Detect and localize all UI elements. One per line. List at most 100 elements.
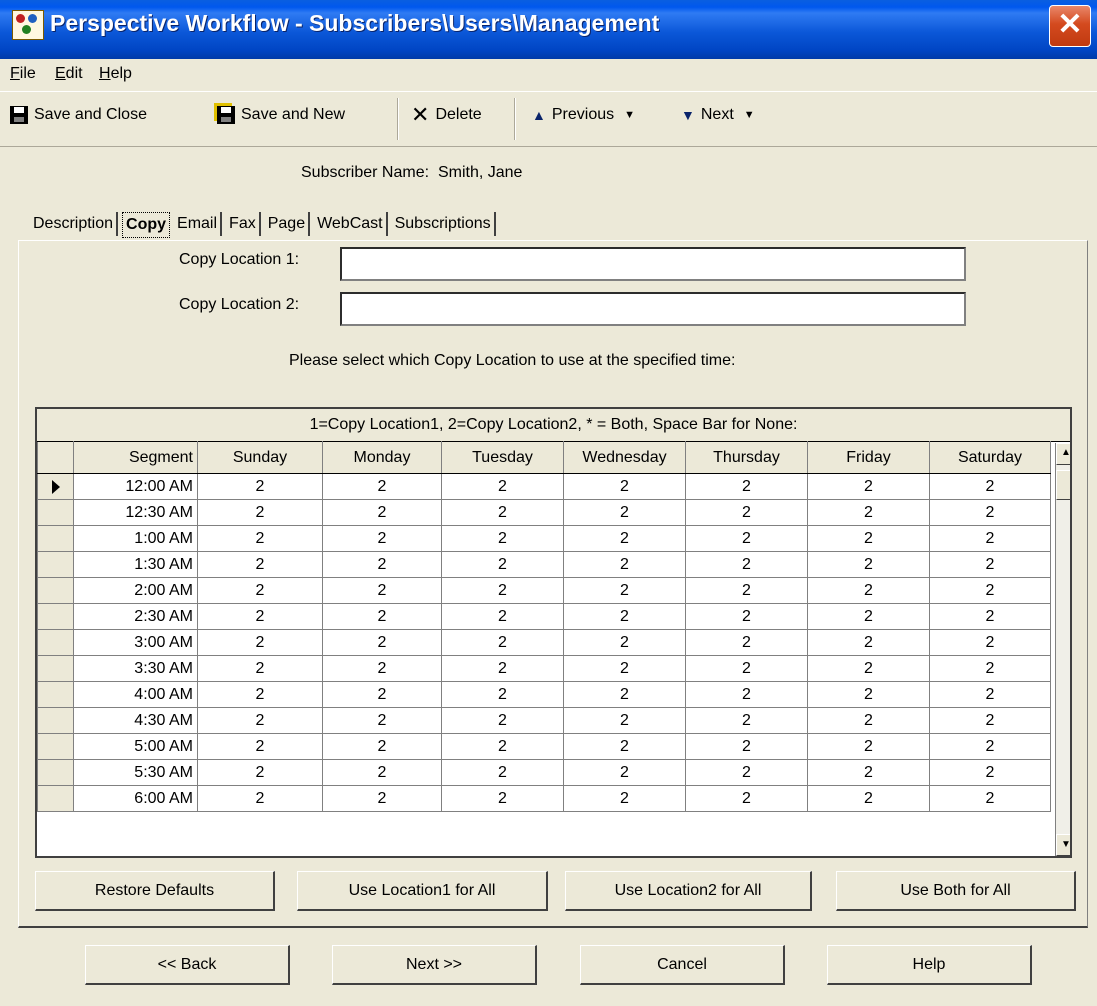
schedule-cell[interactable]: 2 [807,577,930,604]
schedule-cell[interactable]: 2 [563,785,686,812]
cancel-button[interactable]: Cancel [580,945,785,985]
copy-location-2-field[interactable] [340,292,966,326]
row-selector[interactable] [37,603,74,630]
schedule-cell[interactable]: 2 [563,629,686,656]
row-selector[interactable] [37,525,74,552]
table-row[interactable]: 12:00 AM 2 2 2 2 2 2 2 [37,473,1051,500]
schedule-cell[interactable]: 2 [197,707,323,734]
row-selector[interactable] [37,551,74,578]
menu-edit[interactable]: Edit [55,65,83,83]
schedule-cell[interactable]: 2 [197,629,323,656]
schedule-cell[interactable]: 2 [441,577,564,604]
schedule-cell[interactable]: 2 [685,707,808,734]
schedule-cell[interactable]: 2 [563,577,686,604]
back-button[interactable]: << Back [85,945,290,985]
table-row[interactable]: 12:30 AM 2 2 2 2 2 2 2 [37,499,1051,526]
table-row[interactable]: 1:00 AM 2 2 2 2 2 2 2 [37,525,1051,552]
column-header-saturday[interactable]: Saturday [929,441,1051,474]
schedule-cell[interactable]: 2 [322,577,442,604]
schedule-cell[interactable]: 2 [197,759,323,786]
schedule-cell[interactable]: 2 [563,733,686,760]
schedule-cell[interactable]: 2 [929,655,1051,682]
schedule-cell[interactable]: 2 [563,499,686,526]
table-row[interactable]: 2:30 AM 2 2 2 2 2 2 2 [37,603,1051,630]
schedule-cell[interactable]: 2 [807,603,930,630]
schedule-cell[interactable]: 2 [685,473,808,500]
table-row[interactable]: 5:00 AM 2 2 2 2 2 2 2 [37,733,1051,760]
schedule-cell[interactable]: 2 [807,681,930,708]
schedule-cell[interactable]: 2 [563,473,686,500]
save-and-close-button[interactable]: Save and Close [10,106,147,124]
row-selector[interactable] [37,733,74,760]
table-row[interactable]: 3:30 AM 2 2 2 2 2 2 2 [37,655,1051,682]
schedule-grid[interactable]: 1=Copy Location1, 2=Copy Location2, * = … [35,407,1072,858]
schedule-cell[interactable]: 2 [685,499,808,526]
copy-location-1-field[interactable] [340,247,966,281]
schedule-cell[interactable]: 2 [441,499,564,526]
next-button[interactable]: Next >> [332,945,537,985]
schedule-cell[interactable]: 2 [929,707,1051,734]
schedule-cell[interactable]: 2 [322,473,442,500]
schedule-cell[interactable]: 2 [441,473,564,500]
schedule-cell[interactable]: 2 [807,707,930,734]
schedule-cell[interactable]: 2 [197,577,323,604]
schedule-cell[interactable]: 2 [929,577,1051,604]
schedule-cell[interactable]: 2 [685,603,808,630]
chevron-down-icon[interactable]: ▼ [624,109,635,121]
schedule-cell[interactable]: 2 [807,759,930,786]
column-header-segment[interactable]: Segment [73,441,198,474]
schedule-cell[interactable]: 2 [929,759,1051,786]
schedule-cell[interactable]: 2 [322,525,442,552]
menu-file[interactable]: File [10,65,36,83]
schedule-cell[interactable]: 2 [929,733,1051,760]
schedule-cell[interactable]: 2 [441,759,564,786]
grid-scrollbar[interactable]: ▲ ▼ [1055,443,1070,856]
schedule-cell[interactable]: 2 [197,499,323,526]
schedule-cell[interactable]: 2 [685,629,808,656]
schedule-cell[interactable]: 2 [685,577,808,604]
schedule-cell[interactable]: 2 [322,499,442,526]
row-selector[interactable] [37,577,74,604]
schedule-cell[interactable]: 2 [441,551,564,578]
schedule-cell[interactable]: 2 [197,681,323,708]
schedule-cell[interactable]: 2 [807,655,930,682]
schedule-cell[interactable]: 2 [322,707,442,734]
next-record-button[interactable]: ▼ Next ▼ [681,106,755,124]
schedule-cell[interactable]: 2 [563,551,686,578]
row-selector[interactable] [37,655,74,682]
table-row[interactable]: 2:00 AM 2 2 2 2 2 2 2 [37,577,1051,604]
schedule-cell[interactable]: 2 [685,681,808,708]
schedule-cell[interactable]: 2 [807,525,930,552]
title-bar[interactable]: Perspective Workflow - Subscribers\Users… [0,0,1097,59]
column-header-tuesday[interactable]: Tuesday [441,441,564,474]
tab-webcast[interactable]: WebCast [314,212,388,236]
menu-help[interactable]: Help [99,65,132,83]
tab-subscriptions[interactable]: Subscriptions [392,212,496,236]
schedule-cell[interactable]: 2 [441,603,564,630]
table-row[interactable]: 4:00 AM 2 2 2 2 2 2 2 [37,681,1051,708]
table-row[interactable]: 4:30 AM 2 2 2 2 2 2 2 [37,707,1051,734]
schedule-cell[interactable]: 2 [322,759,442,786]
schedule-cell[interactable]: 2 [929,629,1051,656]
schedule-cell[interactable]: 2 [322,629,442,656]
row-selector[interactable] [37,629,74,656]
schedule-cell[interactable]: 2 [441,707,564,734]
schedule-cell[interactable]: 2 [807,499,930,526]
schedule-cell[interactable]: 2 [322,551,442,578]
schedule-cell[interactable]: 2 [441,655,564,682]
row-selector[interactable] [37,785,74,812]
schedule-cell[interactable]: 2 [685,785,808,812]
schedule-cell[interactable]: 2 [929,525,1051,552]
schedule-cell[interactable]: 2 [197,785,323,812]
schedule-cell[interactable]: 2 [322,785,442,812]
schedule-cell[interactable]: 2 [322,655,442,682]
schedule-cell[interactable]: 2 [563,681,686,708]
schedule-cell[interactable]: 2 [929,681,1051,708]
table-row[interactable]: 6:00 AM 2 2 2 2 2 2 2 [37,785,1051,812]
schedule-cell[interactable]: 2 [929,785,1051,812]
restore-defaults-button[interactable]: Restore Defaults [35,871,275,911]
close-button[interactable]: ✕ [1049,5,1091,47]
schedule-cell[interactable]: 2 [563,525,686,552]
schedule-cell[interactable]: 2 [929,473,1051,500]
schedule-cell[interactable]: 2 [563,655,686,682]
